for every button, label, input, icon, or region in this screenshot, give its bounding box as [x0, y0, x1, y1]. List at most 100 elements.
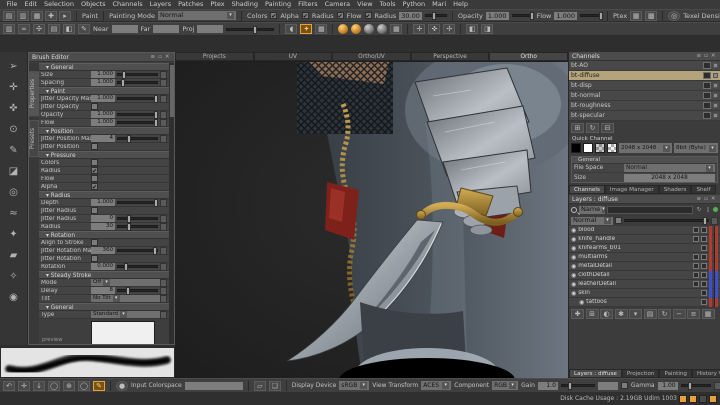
scrollbar-segment[interactable]: [714, 262, 718, 271]
reset-box[interactable]: [160, 79, 167, 87]
import-icon[interactable]: ✚: [45, 11, 57, 21]
merge-layer-icon[interactable]: ▾: [629, 309, 642, 319]
menu-edit[interactable]: Edit: [21, 0, 41, 9]
value-field[interactable]: 4: [91, 135, 115, 142]
slider-handle[interactable]: [127, 215, 131, 223]
value-field[interactable]: 1.000: [91, 111, 115, 118]
channel-item-bt-roughness[interactable]: bt-roughness: [569, 101, 720, 111]
layers-titlebar[interactable]: Layers : diffuse ≡ ▫ ✕: [569, 195, 720, 204]
warp-tool[interactable]: ✜: [2, 98, 26, 119]
section-header-paint[interactable]: ▾ Paint: [39, 87, 169, 95]
reset-box[interactable]: [160, 135, 167, 143]
scrollbar-segment[interactable]: [714, 298, 718, 307]
value-field[interactable]: 8: [91, 287, 115, 294]
scrollbar-segment[interactable]: [714, 280, 718, 289]
trash-icon[interactable]: ▯: [705, 207, 711, 213]
section-header-general[interactable]: ▾ General: [39, 303, 169, 311]
menu-selection[interactable]: Selection: [40, 0, 77, 9]
tab-shaders[interactable]: Shaders: [659, 185, 692, 194]
sync-channel-icon[interactable]: ↻: [586, 123, 599, 133]
axis-y-icon[interactable]: ✜: [428, 24, 440, 34]
menu-objects[interactable]: Objects: [77, 0, 109, 9]
drop-cursor-icon[interactable]: ↓: [33, 381, 45, 391]
opacity-endbox[interactable]: [711, 217, 718, 225]
tab-history-view[interactable]: History View: [692, 369, 720, 378]
row-slider[interactable]: [117, 265, 158, 268]
shadow-lighting-icon[interactable]: [377, 24, 387, 34]
paint-through-active-icon[interactable]: ✦: [300, 24, 312, 34]
brush-tab-properties[interactable]: Properties: [29, 71, 39, 116]
mirror-y-icon[interactable]: ◨: [481, 24, 493, 34]
layer-item-multiarms[interactable]: ◉multiarms: [569, 253, 720, 262]
checkbox-radius[interactable]: ✔: [337, 12, 344, 19]
channels-titlebar[interactable]: Channels ≡ ▫ ✕: [569, 52, 720, 61]
select-tool[interactable]: ➢: [2, 56, 26, 77]
layer-mask-icon[interactable]: ▦: [702, 309, 715, 319]
tab-layers-diffuse[interactable]: Layers : diffuse: [569, 369, 622, 378]
brush-editor-titlebar[interactable]: Brush Editor ≡ ▫ ✕: [29, 53, 174, 62]
clone-tool[interactable]: ◎: [2, 182, 26, 203]
palette-menu-icon[interactable]: ≡: [695, 53, 703, 59]
slider-handle[interactable]: [154, 95, 158, 103]
row-slider[interactable]: [117, 225, 158, 228]
checker-swatch[interactable]: [607, 143, 617, 153]
full-lighting-icon[interactable]: [364, 24, 374, 34]
palette-menu-icon[interactable]: ≡: [149, 54, 157, 60]
quick-depth-select[interactable]: 8bit (Byte) ▾: [674, 143, 718, 153]
brush-clip-icon[interactable]: ✎: [78, 24, 90, 34]
close-icon[interactable]: ✕: [709, 196, 717, 202]
ptex-bake-icon[interactable]: ▩: [645, 11, 657, 21]
value-field[interactable]: 360: [91, 247, 115, 254]
pan-icon[interactable]: ✛: [18, 381, 30, 391]
section-header-steady-stroke[interactable]: ▾ Steady Stroke: [39, 271, 169, 279]
transform-tool[interactable]: ✛: [2, 77, 26, 98]
flow-field[interactable]: 1.000: [554, 12, 577, 20]
visibility-eye-icon[interactable]: ◉: [579, 299, 584, 306]
reset-box[interactable]: [160, 111, 167, 119]
scrollbar-segment[interactable]: [714, 289, 718, 298]
add-group-icon[interactable]: ⊞: [586, 309, 599, 319]
brush-tip-preview[interactable]: [91, 321, 155, 344]
component-select[interactable]: RGB ▾: [492, 381, 518, 390]
radius-slider[interactable]: [425, 14, 447, 17]
section-header-rotation[interactable]: ▾ Rotation: [39, 231, 169, 239]
canvas-viewport[interactable]: ProjectsUVOrtho/UVPerspectiveOrtho: [175, 52, 568, 378]
erase-tool[interactable]: ◪: [2, 161, 26, 182]
size-value[interactable]: 2048 x 2048: [624, 174, 715, 182]
value-field[interactable]: 0: [91, 215, 115, 222]
layer-item-leatherDetail[interactable]: ◉leatherDetail: [569, 280, 720, 289]
value-field[interactable]: 1.000: [91, 71, 115, 78]
scrollbar-segment[interactable]: [714, 226, 718, 235]
gray-checker-swatch[interactable]: [595, 143, 605, 153]
slider-handle[interactable]: [568, 382, 572, 390]
visibility-eye-icon[interactable]: ◉: [571, 290, 576, 297]
menu-patches[interactable]: Patches: [175, 0, 207, 9]
close-icon[interactable]: ✕: [163, 54, 171, 60]
undo-view-icon[interactable]: ↶: [3, 381, 15, 391]
grid-icon[interactable]: ▦: [315, 24, 327, 34]
file-space-select[interactable]: Normal ▾: [624, 164, 715, 172]
ptex-setup-icon[interactable]: ▦: [630, 11, 642, 21]
exposure-field[interactable]: [598, 382, 618, 390]
input-colorspace-field[interactable]: [185, 382, 243, 390]
channel-item-bt-AO[interactable]: bt-AO: [569, 61, 720, 71]
pages-icon[interactable]: ▥: [3, 24, 15, 34]
value-field[interactable]: 1.000: [91, 199, 115, 206]
viewport-tab-perspective[interactable]: Perspective: [411, 52, 490, 61]
gamma-checkbox[interactable]: [621, 382, 628, 389]
painting-mode-select[interactable]: Normal ▾: [158, 11, 236, 20]
mirror-x-icon[interactable]: ◧: [466, 24, 478, 34]
active-brush-icon[interactable]: ✎: [93, 381, 105, 391]
reset-box[interactable]: [160, 95, 167, 103]
blur-tool[interactable]: ≈: [2, 203, 26, 224]
layer-item-blood[interactable]: ◉blood: [569, 226, 720, 235]
view-transform-select[interactable]: ACES ▾: [421, 381, 451, 390]
layer-search-input[interactable]: [607, 206, 693, 214]
row-slider[interactable]: [117, 201, 158, 204]
slider-handle[interactable]: [126, 287, 130, 295]
filter-select[interactable]: Name ▾: [579, 206, 605, 214]
gain-field[interactable]: 1.0: [538, 382, 558, 390]
visibility-eye-icon[interactable]: ◉: [571, 236, 576, 243]
section-header-general[interactable]: ▾ General: [39, 63, 169, 71]
scene-3d-model[interactable]: [175, 62, 568, 378]
